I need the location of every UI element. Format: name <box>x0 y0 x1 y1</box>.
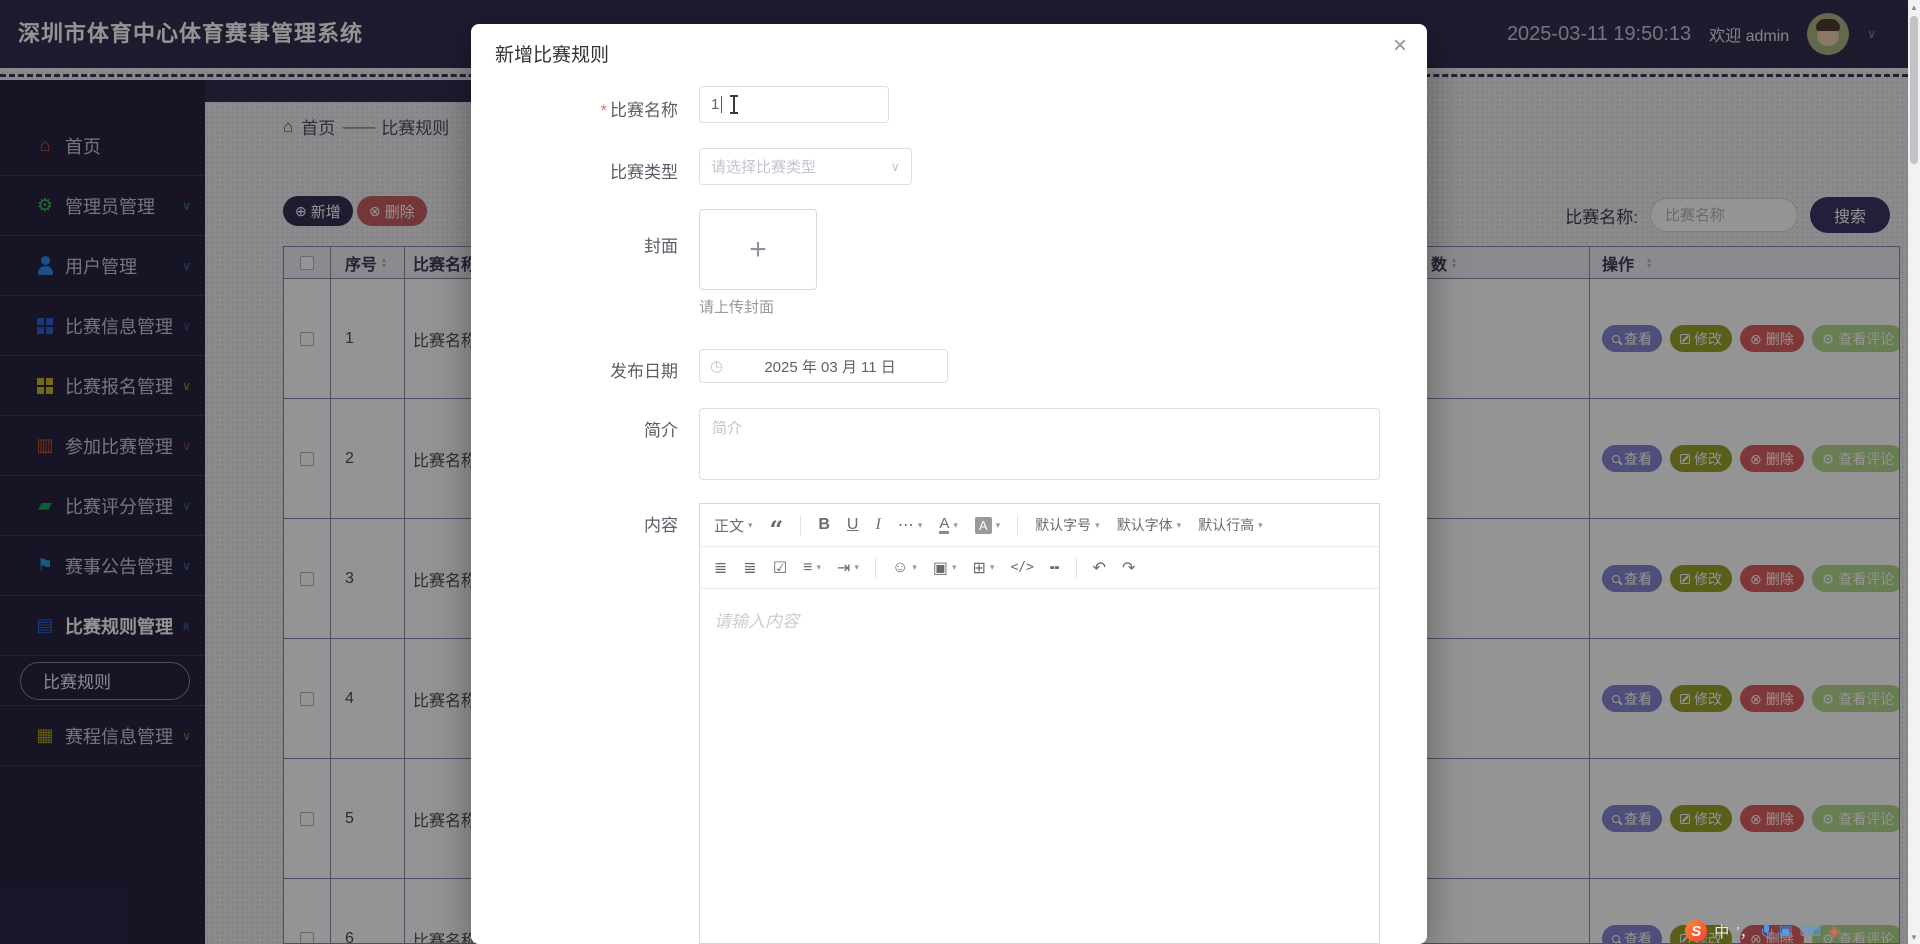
align-button[interactable]: ≡ ▾ <box>803 559 821 577</box>
line-height-select[interactable]: 默认行高 ▾ <box>1198 515 1263 535</box>
toolbox-icon[interactable]: ◈ <box>1828 922 1840 940</box>
underline-button[interactable]: U <box>847 516 859 534</box>
more-styles-button[interactable]: ⋯ ▾ <box>898 515 923 535</box>
code-button[interactable]: </> <box>1010 560 1033 575</box>
bold-button[interactable]: B <box>818 516 830 534</box>
mic-icon[interactable] <box>1761 923 1772 939</box>
bullet-list-button[interactable]: ≣ <box>714 558 727 578</box>
paragraph-format-select[interactable]: 正文 ▾ <box>714 515 753 536</box>
text-caret <box>721 96 723 113</box>
ibeam-cursor-icon <box>730 95 739 114</box>
add-rule-modal: 新增比赛规则 × * 比赛名称 1 比赛类型 请选择比赛类型 ∨ 封面 + 请上传… <box>471 24 1427 944</box>
scroll-down-icon[interactable]: ▼ <box>1910 930 1918 944</box>
redo-button[interactable]: ↷ <box>1122 558 1135 578</box>
type-select[interactable]: 请选择比赛类型 ∨ <box>699 148 912 185</box>
field-label-date: 发布日期 <box>610 362 678 381</box>
font-family-select[interactable]: 默认字体 ▾ <box>1117 515 1182 535</box>
required-star: * <box>600 101 607 120</box>
emoji-button[interactable]: ☺ ▾ <box>892 559 917 577</box>
ordered-list-button[interactable]: ≣ <box>743 558 756 578</box>
editor-placeholder: 请输入内容 <box>714 612 799 631</box>
plus-icon: + <box>749 232 767 266</box>
toolbar-separator <box>874 557 876 578</box>
scrollbar-thumb[interactable] <box>1910 16 1918 164</box>
editor-content-area[interactable]: 请输入内容 <box>700 589 1379 650</box>
chevron-down-icon: ∨ <box>890 158 900 174</box>
field-label-type: 比赛类型 <box>610 163 678 182</box>
caret-down-icon: ▾ <box>917 519 923 530</box>
bg-color-button[interactable]: A ▾ <box>974 516 1001 534</box>
rich-text-editor: 正文 ▾ “ B U I ⋯ ▾ A ▾ A ▾ 默认字号 ▾ 默认字体 ▾ 默认行高 ▾ ≣ ≣ ☑ ≡ ▾ ⇥ ▾ ☺ ▾ ▣ ▾… <box>699 503 1380 944</box>
caret-down-icon: ▾ <box>816 562 822 572</box>
divider-button[interactable]: ╍ <box>1050 558 1060 578</box>
scroll-up-icon[interactable]: ▲ <box>1910 0 1918 14</box>
table-button[interactable]: ⊞ ▾ <box>973 558 995 578</box>
blockquote-button[interactable]: “ <box>770 515 784 542</box>
ime-taskbar: S 中 ’， ▣ ⌨ ◈ <box>1685 920 1840 942</box>
caret-down-icon: ▾ <box>1176 519 1182 530</box>
editor-toolbar-row1: 正文 ▾ “ B U I ⋯ ▾ A ▾ A ▾ 默认字号 ▾ 默认字体 ▾ 默认行高 ▾ <box>700 504 1379 547</box>
publish-date-value: 2025 年 03 月 11 日 <box>764 358 896 376</box>
toolbar-separator <box>1017 515 1019 535</box>
indent-button[interactable]: ⇥ ▾ <box>837 558 859 578</box>
image-button[interactable]: ▣ ▾ <box>933 558 957 578</box>
ime-punctuation-icon[interactable]: ’， <box>1736 921 1754 942</box>
clock-icon: ◷ <box>710 358 724 375</box>
font-color-button[interactable]: A ▾ <box>939 516 958 534</box>
name-input[interactable]: 1 <box>699 86 889 123</box>
sogou-logo-icon[interactable]: S <box>1685 920 1708 942</box>
field-label-intro: 简介 <box>644 421 678 440</box>
close-icon[interactable]: × <box>1393 34 1407 58</box>
type-select-placeholder: 请选择比赛类型 <box>711 159 817 176</box>
browser-scrollbar[interactable]: ▲ ▼ <box>1908 0 1920 944</box>
cover-upload-hint: 请上传封面 <box>699 299 775 316</box>
cover-upload-button[interactable]: + <box>699 209 817 290</box>
caret-down-icon: ▾ <box>951 562 957 572</box>
handwriting-icon[interactable]: ▣ <box>1779 922 1793 940</box>
toolbar-separator <box>800 515 802 535</box>
caret-down-icon: ▾ <box>995 519 1001 530</box>
font-size-select[interactable]: 默认字号 ▾ <box>1035 515 1100 535</box>
screen: 深圳市体育中心体育赛事管理系统 2025-03-11 19:50:13 欢迎 a… <box>0 0 1920 944</box>
caret-down-icon: ▾ <box>989 562 995 572</box>
undo-button[interactable]: ↶ <box>1093 558 1106 578</box>
editor-toolbar-row2: ≣ ≣ ☑ ≡ ▾ ⇥ ▾ ☺ ▾ ▣ ▾ ⊞ ▾ </> ╍ ↶ ↷ <box>700 547 1379 589</box>
task-list-button[interactable]: ☑ <box>773 558 787 578</box>
toolbar-separator <box>1075 557 1077 578</box>
field-label-content: 内容 <box>644 516 678 535</box>
italic-button[interactable]: I <box>875 516 880 534</box>
caret-down-icon: ▾ <box>854 562 859 572</box>
name-input-value: 1 <box>711 96 720 113</box>
caret-down-icon: ▾ <box>1258 519 1263 530</box>
caret-down-icon: ▾ <box>912 562 917 572</box>
publish-date-picker[interactable]: ◷ 2025 年 03 月 11 日 <box>699 349 948 383</box>
caret-down-icon: ▾ <box>953 519 958 530</box>
field-label-cover: 封面 <box>644 237 678 256</box>
caret-down-icon: ▾ <box>1095 519 1100 530</box>
intro-textarea[interactable]: 简介 <box>699 408 1380 480</box>
caret-down-icon: ▾ <box>748 519 753 530</box>
field-label-name: * 比赛名称 <box>600 101 678 120</box>
modal-title: 新增比赛规则 <box>495 45 610 66</box>
intro-placeholder: 简介 <box>712 420 743 437</box>
keyboard-icon[interactable]: ⌨ <box>1800 922 1822 940</box>
ime-mode-chinese[interactable]: 中 <box>1714 921 1729 942</box>
